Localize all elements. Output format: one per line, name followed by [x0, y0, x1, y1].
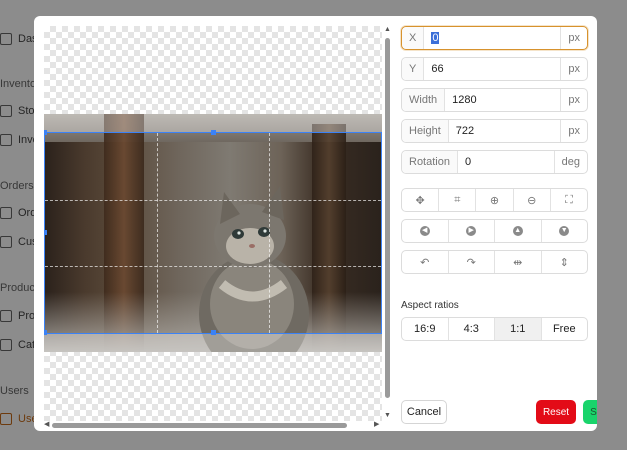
move-right-button[interactable]: ▶ [449, 220, 495, 242]
arrow-down-circle-icon: ▼ [559, 226, 570, 236]
arrow-left-circle-icon: ◀ [419, 226, 430, 236]
flip-vertical-icon: ⇕ [559, 256, 569, 269]
rotate-left-icon: ↶ [420, 256, 430, 269]
crop-handle-s[interactable] [211, 330, 216, 335]
crop-handle-n[interactable] [211, 130, 216, 135]
transform-toolbar: ✥ ⌗ ⊕ ⊖ ⛶ [401, 188, 588, 212]
rotation-field[interactable]: Rotation 0 deg [401, 150, 588, 174]
rotation-input[interactable]: 0 [458, 156, 554, 168]
image-crop-modal: ▲ ▼ ◀ ▶ X 0 px Y 66 px Width 1280 px Hei… [34, 16, 597, 431]
move-toolbar: ◀ ▶ ▲ ▼ [401, 219, 588, 243]
reset-button[interactable]: Reset [536, 400, 576, 424]
aspect-16-9-button[interactable]: 16:9 [402, 318, 449, 340]
aspect-ratio-group: 16:9 4:3 1:1 Free [401, 317, 588, 341]
rotate-right-button[interactable]: ↷ [449, 251, 495, 273]
cancel-button[interactable]: Cancel [401, 400, 447, 424]
canvas-horizontal-scrollbar[interactable]: ◀ ▶ [44, 421, 382, 429]
zoom-out-button[interactable]: ⊖ [514, 189, 551, 211]
x-field[interactable]: X 0 px [401, 26, 588, 50]
scroll-down-icon[interactable]: ▼ [383, 412, 392, 420]
fullscreen-button[interactable]: ⛶ [551, 189, 587, 211]
crop-handle-w[interactable] [44, 230, 47, 235]
rotate-left-button[interactable]: ↶ [402, 251, 449, 273]
x-input[interactable]: 0 [424, 32, 560, 44]
move-icon: ✥ [415, 194, 425, 207]
vertical-scroll-thumb[interactable] [385, 38, 390, 398]
horizontal-scroll-thumb[interactable] [52, 423, 347, 428]
zoom-in-icon: ⊕ [489, 194, 500, 207]
crop-icon: ⌗ [454, 193, 461, 206]
zoom-in-button[interactable]: ⊕ [476, 189, 514, 211]
y-field[interactable]: Y 66 px [401, 57, 588, 81]
arrow-up-circle-icon: ▲ [512, 226, 523, 236]
flip-vertical-button[interactable]: ⇕ [542, 251, 588, 273]
height-input[interactable]: 722 [449, 125, 561, 137]
crop-handle-nw[interactable] [44, 130, 47, 135]
aspect-free-button[interactable]: Free [542, 318, 588, 340]
y-input[interactable]: 66 [424, 63, 560, 75]
zoom-out-icon: ⊖ [527, 194, 537, 207]
canvas-vertical-scrollbar[interactable]: ▲ ▼ [383, 26, 391, 421]
move-down-button[interactable]: ▼ [542, 220, 588, 242]
arrow-right-circle-icon: ▶ [466, 226, 477, 236]
crop-canvas[interactable] [44, 26, 382, 421]
fullscreen-icon: ⛶ [565, 193, 573, 206]
scroll-left-icon[interactable]: ◀ [44, 421, 49, 429]
move-up-button[interactable]: ▲ [495, 220, 542, 242]
width-input[interactable]: 1280 [445, 94, 560, 106]
save-button[interactable]: Save [583, 400, 597, 424]
height-field[interactable]: Height 722 px [401, 119, 588, 143]
crop-button[interactable]: ⌗ [439, 189, 477, 211]
rotate-right-icon: ↷ [466, 256, 476, 269]
width-field[interactable]: Width 1280 px [401, 88, 588, 112]
flip-horizontal-icon: ⇹ [513, 256, 523, 269]
crop-selection[interactable] [44, 130, 382, 335]
aspect-4-3-button[interactable]: 4:3 [449, 318, 495, 340]
move-button[interactable]: ✥ [402, 189, 440, 211]
rotate-flip-toolbar: ↶ ↷ ⇹ ⇕ [401, 250, 588, 274]
move-left-button[interactable]: ◀ [402, 220, 449, 242]
flip-horizontal-button[interactable]: ⇹ [495, 251, 542, 273]
scroll-right-icon[interactable]: ▶ [374, 421, 379, 429]
aspect-ratios-title: Aspect ratios [401, 300, 459, 311]
crop-handle-sw[interactable] [44, 330, 47, 335]
scroll-up-icon[interactable]: ▲ [383, 26, 392, 34]
aspect-1-1-button[interactable]: 1:1 [495, 318, 542, 340]
